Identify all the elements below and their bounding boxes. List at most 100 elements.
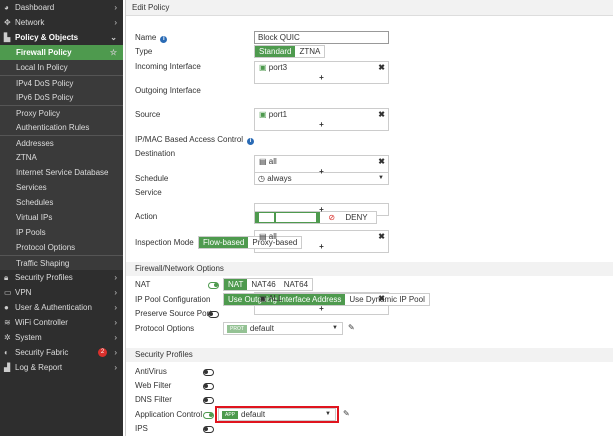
add-button[interactable]: + — [316, 304, 328, 314]
nav-ipv6-dos[interactable]: IPv6 DoS Policy — [0, 90, 123, 105]
app-control-select[interactable]: APP default ▼ — [218, 408, 336, 421]
chevron-right-icon: › — [114, 348, 117, 357]
destination-field[interactable]: ▤ all ✖ + — [254, 230, 389, 253]
nav-wifi[interactable]: ≋ WiFi Controller › — [0, 315, 123, 330]
nav-addresses[interactable]: Addresses — [0, 135, 123, 150]
remove-icon[interactable]: ✖ — [378, 63, 385, 72]
star-icon[interactable]: ☆ — [110, 45, 117, 60]
nav-label: Log & Report — [15, 363, 63, 372]
nav-services[interactable]: Services — [0, 180, 123, 195]
nav-label: Dashboard — [15, 3, 55, 12]
accept-button[interactable]: ✔ ACCEPT — [255, 212, 321, 223]
dnsfilter-toggle[interactable] — [203, 397, 214, 404]
nav-label: VPN — [15, 288, 32, 297]
nav-label: User & Authentication — [15, 303, 92, 312]
info-icon[interactable]: i — [247, 138, 255, 145]
nat-option[interactable]: NAT — [224, 279, 248, 290]
webfilter-label: Web Filter — [135, 381, 172, 390]
chevron-right-icon: › — [114, 18, 117, 27]
nav-ip-pools[interactable]: IP Pools — [0, 225, 123, 240]
remove-icon[interactable]: ✖ — [378, 232, 385, 241]
nav-firewall-policy[interactable]: Firewall Policy ☆ — [0, 45, 123, 60]
chevron-down-icon: ⌄ — [110, 33, 117, 42]
nav-traffic-shaping[interactable]: Traffic Shaping — [0, 255, 123, 270]
nav-log-report[interactable]: ▟ Log & Report › — [0, 360, 123, 375]
port-icon: ▣ — [259, 110, 267, 119]
nav-label: WiFi Controller — [15, 318, 68, 327]
dnsfilter-label: DNS Filter — [135, 395, 172, 404]
remove-icon[interactable]: ✖ — [378, 110, 385, 119]
type-standard[interactable]: Standard — [255, 46, 296, 57]
source-label: Source — [135, 110, 161, 119]
nav-label: System — [15, 333, 42, 342]
type-label: Type — [135, 47, 153, 56]
service-label: Service — [135, 188, 162, 197]
sidebar: ◕ Dashboard › ✥ Network › ▙ Policy & Objects ⌄… — [0, 0, 123, 436]
nav-label: Addresses — [16, 139, 54, 148]
preserve-source-port-toggle[interactable] — [208, 311, 219, 318]
nav-user-auth[interactable]: ● User & Authentication › — [0, 300, 123, 315]
nav-schedules[interactable]: Schedules — [0, 195, 123, 210]
add-button[interactable]: + — [316, 167, 328, 177]
add-button[interactable]: + — [316, 73, 328, 83]
network-icon: ✥ — [4, 18, 11, 27]
edit-pencil-icon[interactable]: ✎ — [343, 409, 350, 418]
nav-network[interactable]: ✥ Network › — [0, 15, 123, 30]
webfilter-toggle[interactable] — [203, 383, 214, 390]
address-icon: ▤ — [259, 157, 267, 166]
port-icon: ▣ — [259, 63, 267, 72]
antivirus-toggle[interactable] — [203, 369, 214, 376]
nav-security-fabric[interactable]: ◐ Security Fabric 2 › — [0, 345, 123, 360]
select-value: always — [267, 174, 292, 183]
check-icon: ✔ — [259, 213, 274, 222]
nat64-option[interactable]: NAT64 — [279, 279, 313, 290]
nav-vpn[interactable]: ▭ VPN › — [0, 285, 123, 300]
select-value: default — [249, 324, 274, 333]
firewall-section-header: Firewall/Network Options — [126, 262, 613, 276]
remove-icon[interactable]: ✖ — [378, 157, 385, 166]
incoming-interface-field[interactable]: ▣ port3 ✖ + — [254, 61, 389, 84]
edit-policy-panel: Edit Policy Name i Block QUIC Type Standa… — [125, 0, 613, 436]
prot-tag: PROT — [227, 324, 247, 333]
name-field[interactable]: Block QUIC — [254, 31, 389, 44]
nav-isdb[interactable]: Internet Service Database — [0, 165, 123, 180]
security-profiles-header: Security Profiles — [126, 348, 613, 362]
nav-auth-rules[interactable]: Authentication Rules — [0, 120, 123, 135]
interface-entry: ▣ port1 — [259, 110, 287, 120]
fabric-icon: ◐ — [4, 348, 9, 357]
edit-pencil-icon[interactable]: ✎ — [348, 323, 355, 332]
nav-local-in-policy[interactable]: Local In Policy — [0, 60, 123, 75]
nat46-option[interactable]: NAT46 — [247, 279, 280, 290]
nav-system[interactable]: ✲ System › — [0, 330, 123, 345]
nav-policy-objects[interactable]: ▙ Policy & Objects ⌄ — [0, 30, 123, 45]
nav-label: Proxy Policy — [16, 109, 61, 118]
nav-proxy-policy[interactable]: Proxy Policy — [0, 105, 123, 120]
nat-toggle[interactable] — [208, 282, 219, 289]
remove-icon[interactable]: ✖ — [378, 294, 385, 303]
name-input[interactable]: Block QUIC — [254, 31, 389, 44]
dynamic-ip-pool-option[interactable]: Use Dynamic IP Pool — [345, 294, 429, 305]
type-ztna[interactable]: ZTNA — [295, 46, 325, 57]
outgoing-interface-field[interactable]: ▣ port1 ✖ + — [254, 108, 389, 131]
deny-button[interactable]: ⊘ DENY — [320, 212, 376, 223]
nav-ztna[interactable]: ZTNA — [0, 150, 123, 165]
nav-virtual-ips[interactable]: Virtual IPs — [0, 210, 123, 225]
service-entry: ▣ ALL — [259, 294, 283, 304]
nav-security-profiles[interactable]: 🔒︎ Security Profiles › — [0, 270, 123, 285]
flow-based-option[interactable]: Flow-based — [199, 237, 249, 248]
info-icon[interactable]: i — [160, 36, 168, 43]
dropdown-arrow-icon: ▼ — [325, 411, 331, 417]
nav-protocol-options[interactable]: Protocol Options — [0, 240, 123, 255]
nav-ipv4-dos[interactable]: IPv4 DoS Policy — [0, 75, 123, 90]
protocol-options-select[interactable]: PROT default ▼ — [223, 322, 343, 335]
add-button[interactable]: + — [316, 242, 328, 252]
nav-dashboard[interactable]: ◕ Dashboard › — [0, 0, 123, 15]
policy-icon: ▙ — [4, 33, 11, 42]
interface-entry: ▣ port3 — [259, 63, 287, 73]
add-button[interactable]: + — [316, 205, 328, 215]
appcontrol-toggle[interactable] — [203, 412, 214, 419]
ips-toggle[interactable] — [203, 426, 214, 433]
wifi-icon: ≋ — [4, 318, 11, 327]
lock-icon: 🔒︎ — [4, 273, 9, 282]
add-button[interactable]: + — [316, 120, 328, 130]
